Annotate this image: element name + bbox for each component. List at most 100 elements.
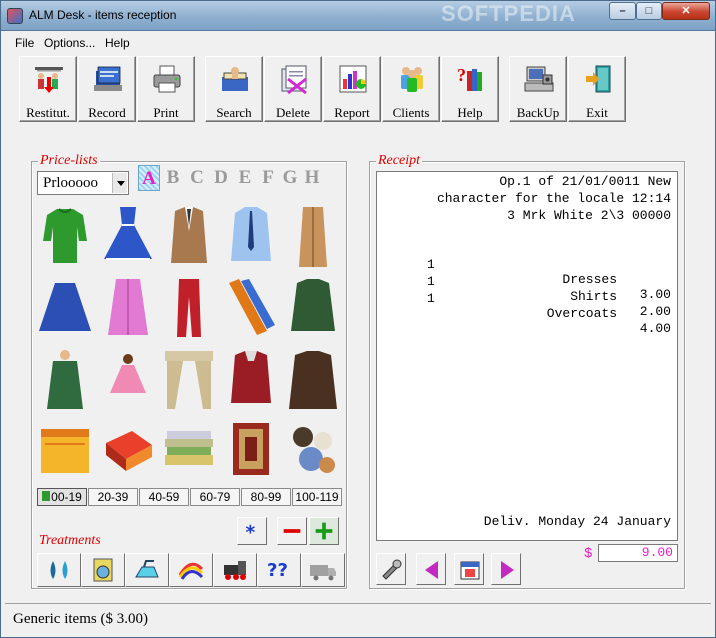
backup-button[interactable]: BackUp (509, 56, 567, 122)
treatment-washing-button[interactable] (81, 553, 125, 587)
record-button[interactable]: Record (78, 56, 136, 122)
minimize-button[interactable]: – (609, 2, 636, 20)
print-button[interactable]: Print (137, 56, 195, 122)
app-logo-icon (7, 8, 23, 24)
menu-options[interactable]: Options... (44, 36, 95, 50)
item-winter-jacket[interactable] (221, 345, 281, 415)
jacket-icon (171, 207, 207, 263)
plus-button[interactable] (309, 517, 339, 545)
item-overcoat[interactable] (283, 201, 343, 271)
delete-label: Delete (276, 105, 310, 120)
next-button[interactable] (491, 553, 521, 585)
title-bar[interactable]: ALM Desk - items reception SOFTPEDIA – □… (1, 1, 715, 31)
search-button[interactable]: Search (205, 56, 263, 122)
range-tab-100-119[interactable]: 100-119 (292, 488, 342, 506)
item-leather-coat[interactable] (283, 345, 343, 415)
asterisk-icon: * (246, 522, 256, 543)
dress-icon (104, 207, 152, 260)
treatment-drops-button[interactable] (37, 553, 81, 587)
restitution-button[interactable]: Restitut. (19, 56, 77, 122)
close-icon: ✕ (681, 5, 691, 17)
robe-icon (108, 279, 148, 335)
range-tab-40-59[interactable]: 40-59 (139, 488, 189, 506)
range-tab-20-39[interactable]: 20-39 (88, 488, 138, 506)
minus-button[interactable] (277, 517, 307, 545)
minimize-icon: – (619, 5, 626, 17)
sweater-icon (43, 208, 87, 263)
menu-help[interactable]: Help (105, 36, 130, 50)
raincoat-icon (47, 350, 83, 409)
clients-button[interactable]: Clients (382, 56, 440, 122)
menu-file[interactable]: File (15, 36, 34, 50)
previous-button[interactable] (416, 553, 446, 585)
pricelist-dropdown[interactable]: Prlooooo (37, 171, 129, 195)
item-linen-stack[interactable] (159, 415, 219, 485)
minus-icon (283, 529, 301, 533)
report-chart-icon (339, 65, 367, 93)
exit-button[interactable]: Exit (568, 56, 626, 122)
range-tab-00-19[interactable]: 00-19 (37, 488, 87, 506)
letter-tab-g[interactable]: G (279, 165, 301, 191)
special-button[interactable]: * (237, 517, 267, 545)
report-button[interactable]: Report (323, 56, 381, 122)
tools-button[interactable] (376, 553, 406, 585)
item-blanket[interactable] (98, 415, 158, 485)
treatment-dye-button[interactable] (169, 553, 213, 587)
clients-icon (401, 67, 423, 92)
question-icon: ?? (267, 560, 288, 581)
receipt-panel[interactable]: Op.1 of 21/01/0011 New character for the… (376, 171, 678, 541)
range-tab-80-99[interactable]: 80-99 (241, 488, 291, 506)
receipt-title: Receipt (376, 153, 422, 169)
quilt-icon (41, 429, 89, 473)
item-soft-toys[interactable] (283, 415, 343, 485)
drops-icon (50, 561, 68, 579)
receipt-line: 1 Overcoats 4.00 (377, 276, 671, 351)
receipt-item: Overcoats (546, 306, 617, 321)
calendar-button[interactable] (454, 553, 484, 585)
total-amount: 9.00 (598, 544, 678, 562)
letter-tab-h[interactable]: H (301, 165, 323, 191)
item-parka[interactable] (283, 273, 343, 343)
shirt-icon (231, 207, 271, 261)
print-label: Print (153, 105, 179, 120)
item-raincoat[interactable] (35, 345, 95, 415)
item-child-dress[interactable] (98, 345, 158, 415)
help-button[interactable]: ? Help (441, 56, 499, 122)
range-label: 00-19 (51, 490, 82, 504)
item-sweater[interactable] (35, 201, 95, 271)
item-robe[interactable] (98, 273, 158, 343)
blanket-icon (106, 431, 152, 471)
treatment-delivery-button[interactable] (301, 553, 345, 587)
soft-toys-icon (293, 427, 335, 473)
item-quilt[interactable] (35, 415, 95, 485)
range-tab-60-79[interactable]: 60-79 (190, 488, 240, 506)
item-curtain[interactable] (159, 345, 219, 415)
item-shirt[interactable] (221, 201, 281, 271)
item-ties[interactable] (221, 273, 281, 343)
item-rug[interactable] (221, 415, 281, 485)
delete-button[interactable]: Delete (264, 56, 322, 122)
item-trousers[interactable] (159, 273, 219, 343)
overcoat-icon (299, 207, 327, 267)
curtain-icon (165, 351, 213, 409)
treatment-question-button[interactable]: ?? (257, 553, 301, 587)
maximize-button[interactable]: □ (636, 2, 662, 20)
item-jacket[interactable] (159, 201, 219, 271)
letter-tab-d[interactable]: D (210, 165, 232, 191)
leather-coat-icon (289, 351, 337, 409)
record-label: Record (88, 105, 126, 120)
chevron-down-icon[interactable] (112, 173, 127, 193)
item-skirt[interactable] (35, 273, 95, 343)
window-title: ALM Desk - items reception (29, 8, 177, 22)
report-label: Report (334, 105, 370, 120)
treatment-train-button[interactable] (213, 553, 257, 587)
iron-icon (135, 560, 159, 578)
letter-tab-f[interactable]: F (257, 165, 279, 191)
letter-tab-c[interactable]: C (186, 165, 208, 191)
close-button[interactable]: ✕ (662, 2, 710, 20)
letter-tab-a[interactable]: A (138, 165, 160, 191)
treatment-iron-button[interactable] (125, 553, 169, 587)
letter-tab-b[interactable]: B (162, 165, 184, 191)
item-dress[interactable] (98, 201, 158, 271)
letter-tab-e[interactable]: E (234, 165, 256, 191)
